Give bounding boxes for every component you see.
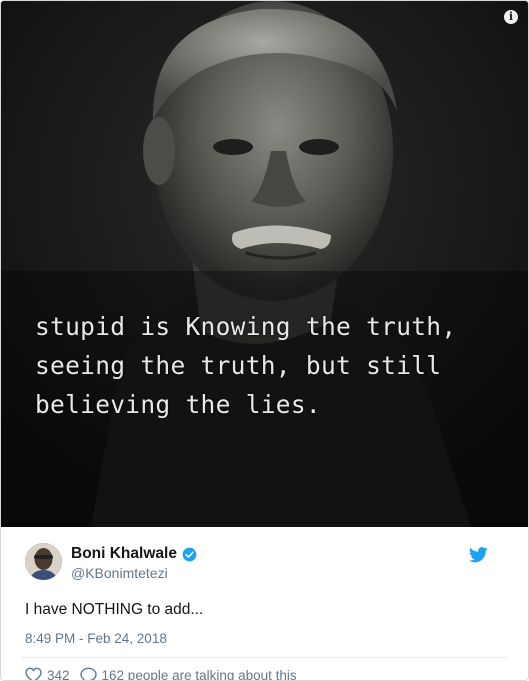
tweet-actions: 342 162 people are talking about this: [25, 667, 508, 681]
verified-badge-icon: [182, 547, 197, 561]
avatar-image: [25, 543, 62, 580]
tweet-body: Boni Khalwale @KBonimtetezi I have NOTHI…: [1, 527, 528, 681]
author-handle[interactable]: @KBonimtetezi: [71, 565, 168, 581]
reply-bubble-icon: [79, 667, 97, 680]
twitter-bird-icon[interactable]: [469, 547, 488, 563]
tweet-header: Boni Khalwale @KBonimtetezi: [21, 527, 508, 589]
avatar[interactable]: [25, 543, 62, 580]
embedded-tweet-card: i stupid is Knowing the truth, seeing th…: [0, 0, 529, 681]
info-icon[interactable]: i: [504, 10, 518, 24]
divider: [21, 657, 508, 658]
tweet-text: I have NOTHING to add...: [25, 601, 204, 618]
tweet-timestamp[interactable]: 8:49 PM - Feb 24, 2018: [25, 631, 508, 646]
conversation-button[interactable]: 162 people are talking about this: [79, 667, 297, 681]
author-row: Boni Khalwale: [71, 545, 197, 563]
like-button[interactable]: 342: [25, 667, 70, 681]
quote-line: seeing the truth, but still: [35, 351, 442, 380]
tweet-image[interactable]: i stupid is Knowing the truth, seeing th…: [1, 1, 528, 527]
quote-text: stupid is Knowing the truth, seeing the …: [35, 307, 515, 424]
quote-line: stupid is Knowing the truth,: [35, 312, 457, 341]
author-name[interactable]: Boni Khalwale: [71, 545, 177, 563]
like-count: 342: [47, 667, 70, 681]
portrait-photo: [1, 1, 528, 527]
quote-line: believing the lies.: [35, 390, 321, 419]
conversation-text: 162 people are talking about this: [101, 667, 297, 681]
heart-icon: [25, 667, 42, 680]
